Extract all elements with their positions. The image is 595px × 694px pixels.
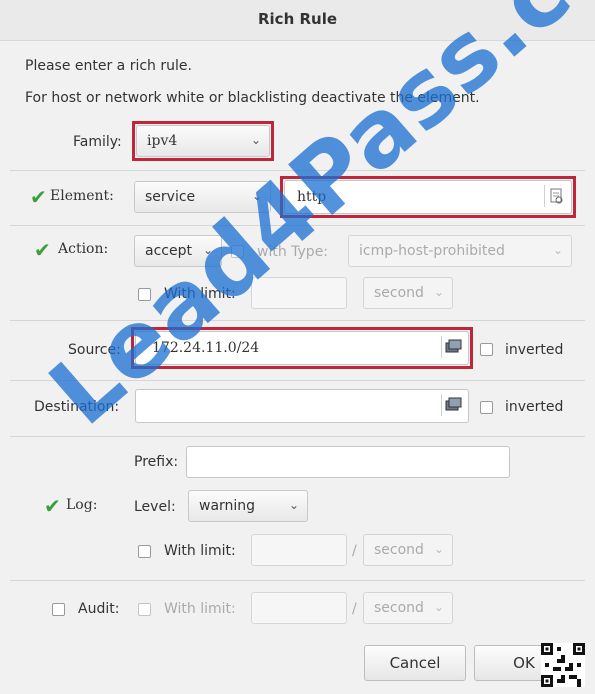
audit-limit-entry[interactable] (251, 592, 347, 624)
log-prefix-label: Prefix: (134, 454, 179, 470)
separator (10, 580, 585, 581)
audit-limit-unit: second (374, 600, 424, 616)
destination-inverted-checkbox[interactable] (480, 401, 493, 414)
action-checkmark-icon[interactable]: ✔ (34, 238, 51, 262)
audit-checkbox[interactable] (52, 603, 65, 616)
log-limit-slash: / (352, 543, 357, 559)
destination-inverted-label: inverted (505, 399, 564, 415)
chevron-down-icon: ⌄ (433, 285, 444, 299)
icmp-type-value: icmp-host-prohibited (359, 243, 505, 259)
source-inverted-label: inverted (505, 342, 564, 358)
action-limit-unit-select[interactable]: second ⌄ (363, 277, 453, 309)
element-checkmark-icon[interactable]: ✔ (30, 185, 47, 209)
destination-entry[interactable] (135, 389, 469, 423)
log-checkmark-icon[interactable]: ✔ (44, 494, 61, 518)
log-limit-unit-select[interactable]: second ⌄ (363, 534, 453, 566)
audit-limit-label: With limit: (164, 601, 236, 617)
log-level-select[interactable]: warning ⌄ (188, 490, 308, 522)
action-label: Action: (58, 241, 109, 257)
family-highlight (132, 121, 274, 161)
element-label: Element: (50, 188, 114, 204)
audit-limit-slash: / (352, 601, 357, 617)
network-icon[interactable] (441, 394, 464, 416)
log-limit-label: With limit: (164, 543, 236, 559)
chevron-down-icon: ⌄ (433, 600, 444, 614)
log-level-value: warning (199, 498, 256, 514)
rich-rule-dialog: Rich Rule Please enter a rich rule. For … (0, 0, 595, 694)
audit-limit-unit-select[interactable]: second ⌄ (363, 592, 453, 624)
family-label: Family: (73, 134, 122, 150)
hint-text: Please enter a rich rule. (25, 58, 192, 74)
icmp-type-select[interactable]: icmp-host-prohibited ⌄ (348, 235, 572, 267)
log-limit-checkbox[interactable] (138, 545, 151, 558)
element-type-value: service (145, 189, 196, 205)
chevron-down-icon: ⌄ (288, 498, 299, 512)
cancel-button[interactable]: Cancel (364, 645, 466, 681)
source-inverted-checkbox[interactable] (480, 343, 493, 356)
log-prefix-entry[interactable] (186, 446, 510, 478)
log-label: Log: (66, 497, 98, 513)
log-level-label: Level: (134, 499, 176, 515)
chevron-down-icon: ⌄ (433, 542, 444, 556)
log-limit-entry[interactable] (251, 534, 347, 566)
chevron-down-icon: ⌄ (552, 243, 563, 257)
qr-code (541, 643, 585, 687)
action-limit-unit: second (374, 285, 424, 301)
audit-label: Audit: (78, 601, 120, 617)
audit-limit-checkbox[interactable] (138, 603, 151, 616)
log-limit-unit: second (374, 542, 424, 558)
